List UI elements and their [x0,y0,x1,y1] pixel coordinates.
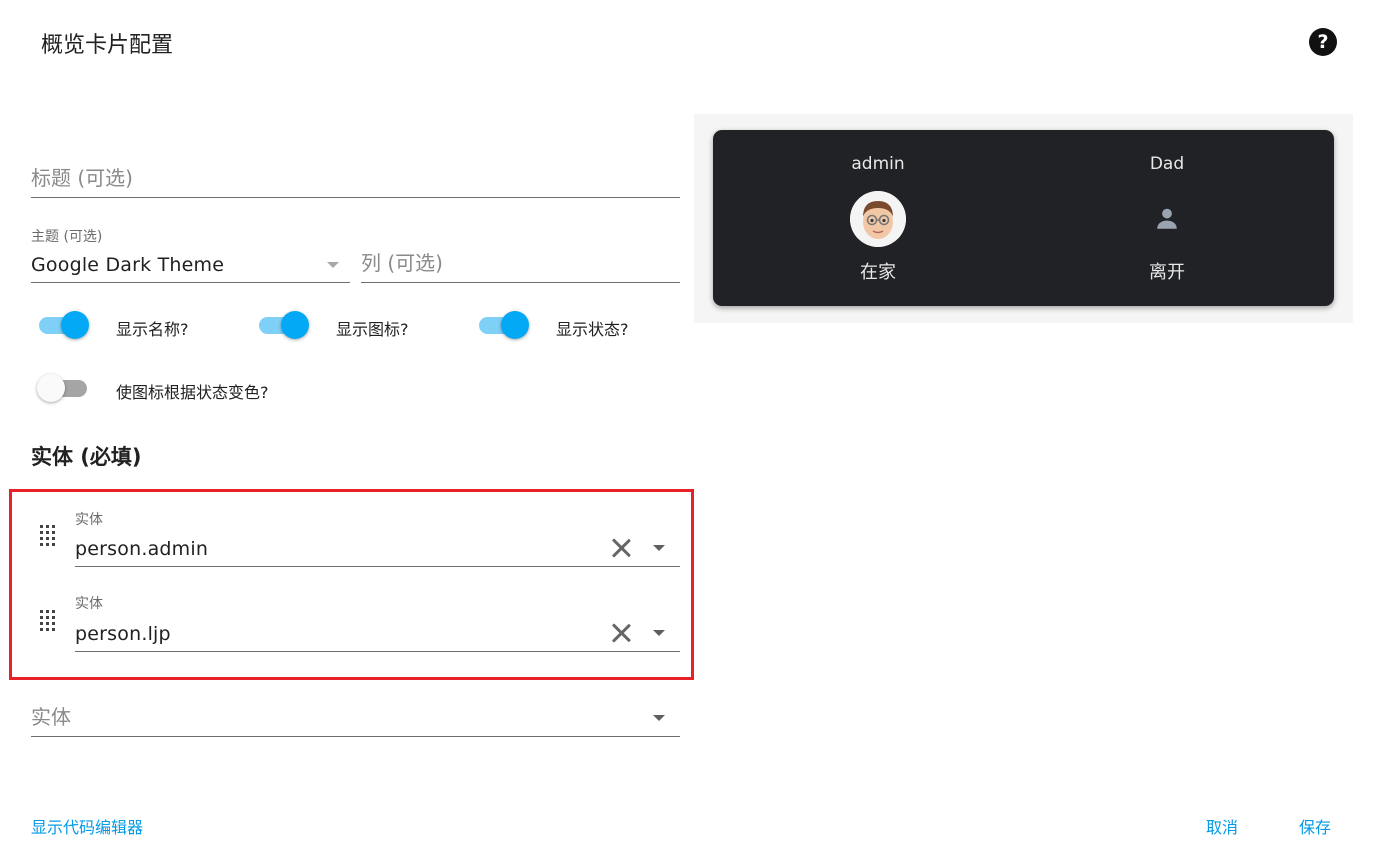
entity-name: Dad [1149,154,1185,174]
cancel-button[interactable]: 取消 [1206,814,1238,838]
entity-picker-value: person.admin [75,538,209,560]
show-name-toggle[interactable] [39,310,89,340]
toggle-thumb [61,311,89,339]
entity-state: 离开 [1149,262,1185,283]
show-code-editor-button[interactable]: 显示代码编辑器 [31,814,143,838]
chevron-down-icon[interactable] [653,715,665,721]
entity-picker[interactable]: 实体 person.admin [75,509,680,567]
show-state-toggle[interactable] [479,310,529,340]
avatar [850,191,906,247]
entity-picker-value: person.ljp [75,623,171,645]
show-name-label: 显示名称? [116,320,189,339]
new-entity-placeholder: 实体 [31,705,71,729]
columns-field-placeholder: 列 (可选) [361,251,443,275]
chevron-down-icon[interactable] [327,262,339,268]
title-field-placeholder: 标题 (可选) [31,166,133,190]
show-icon-toggle[interactable] [259,310,309,340]
title-field[interactable]: 标题 (可选) [31,160,680,198]
show-state-label: 显示状态? [556,320,629,339]
entity-state: 在家 [860,262,896,283]
account-icon [1157,208,1177,229]
glance-card-preview: admin 在家 Dad 离开 [713,130,1334,306]
state-color-toggle[interactable] [37,373,89,403]
entity-picker-label: 实体 [75,596,103,612]
save-button[interactable]: 保存 [1299,814,1331,838]
theme-select-label: 主题 (可选) [31,229,103,245]
entity-picker[interactable]: 实体 person.ljp [75,593,680,652]
show-icon-label: 显示图标? [336,320,409,339]
columns-field[interactable]: 列 (可选) [361,246,680,283]
dialog-title: 概览卡片配置 [41,33,174,58]
drag-handle-icon[interactable] [40,525,56,547]
toggle-thumb [281,311,309,339]
toggle-thumb [37,374,65,402]
state-color-label: 使图标根据状态变色? [116,383,269,402]
chevron-down-icon[interactable] [653,630,665,636]
toggle-thumb [501,311,529,339]
drag-handle-icon[interactable] [40,610,56,632]
clear-icon[interactable] [609,536,633,560]
theme-select[interactable]: 主题 (可选) Google Dark Theme [31,226,350,283]
entity-name: admin [851,154,905,174]
entity-picker-label: 实体 [75,512,103,528]
theme-select-value: Google Dark Theme [31,254,225,276]
clear-icon[interactable] [609,621,633,645]
chevron-down-icon[interactable] [653,545,665,551]
entities-section-title: 实体 (必填) [31,445,142,469]
new-entity-picker[interactable]: 实体 [31,697,680,737]
help-icon[interactable]: ? [1309,28,1337,56]
